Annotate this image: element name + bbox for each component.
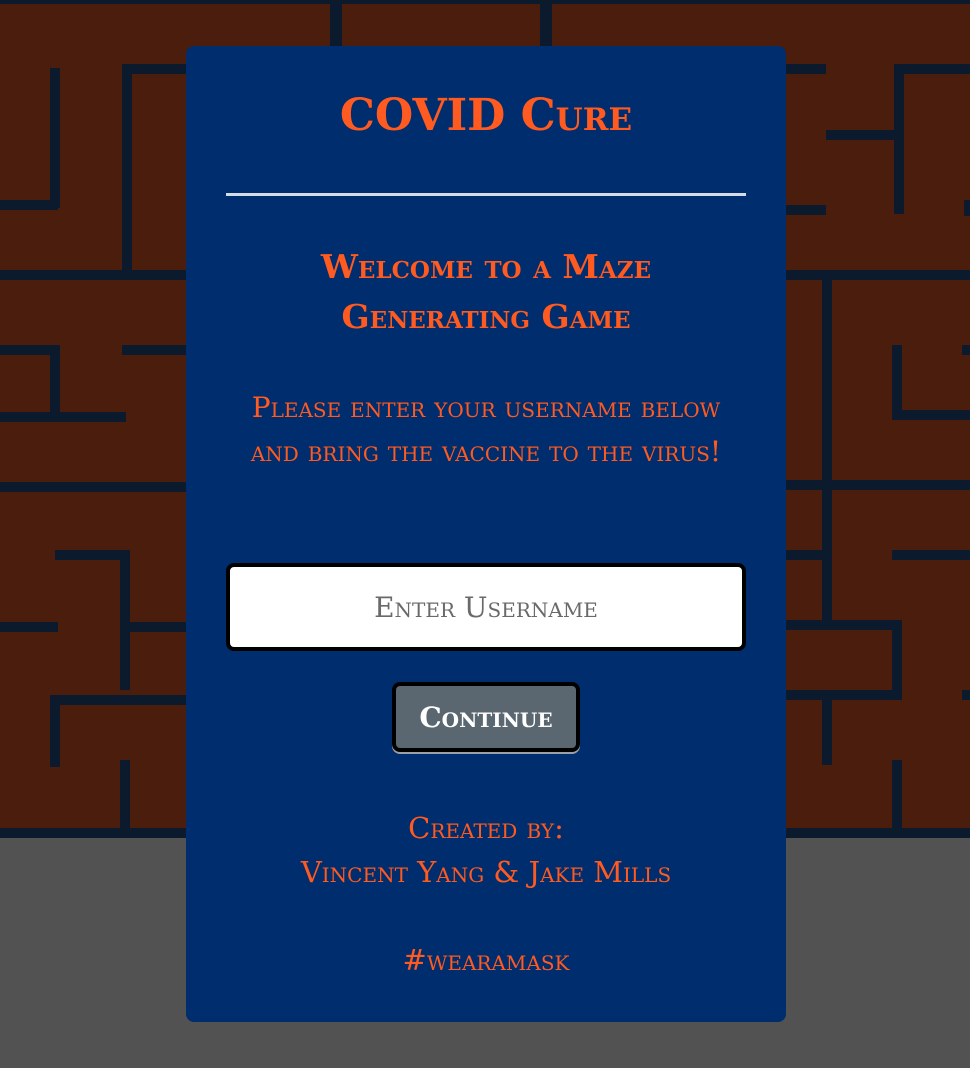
welcome-modal: COVID Cure Welcome to a Maze Generating … bbox=[186, 46, 786, 1022]
credits-label: Created by: bbox=[408, 811, 564, 845]
instructions-text: Please enter your username below and bri… bbox=[250, 391, 722, 468]
hashtag-text: #wearamask bbox=[402, 943, 570, 977]
username-input[interactable] bbox=[226, 563, 746, 651]
continue-button[interactable]: Continue bbox=[392, 682, 580, 752]
credits: Created by: Vincent Yang & Jake Mills bbox=[186, 806, 786, 894]
game-title: COVID Cure bbox=[339, 90, 633, 141]
welcome-heading: Welcome to a Maze Generating Game bbox=[320, 247, 652, 336]
credits-names: Vincent Yang & Jake Mills bbox=[300, 855, 672, 889]
title-divider bbox=[226, 193, 746, 196]
